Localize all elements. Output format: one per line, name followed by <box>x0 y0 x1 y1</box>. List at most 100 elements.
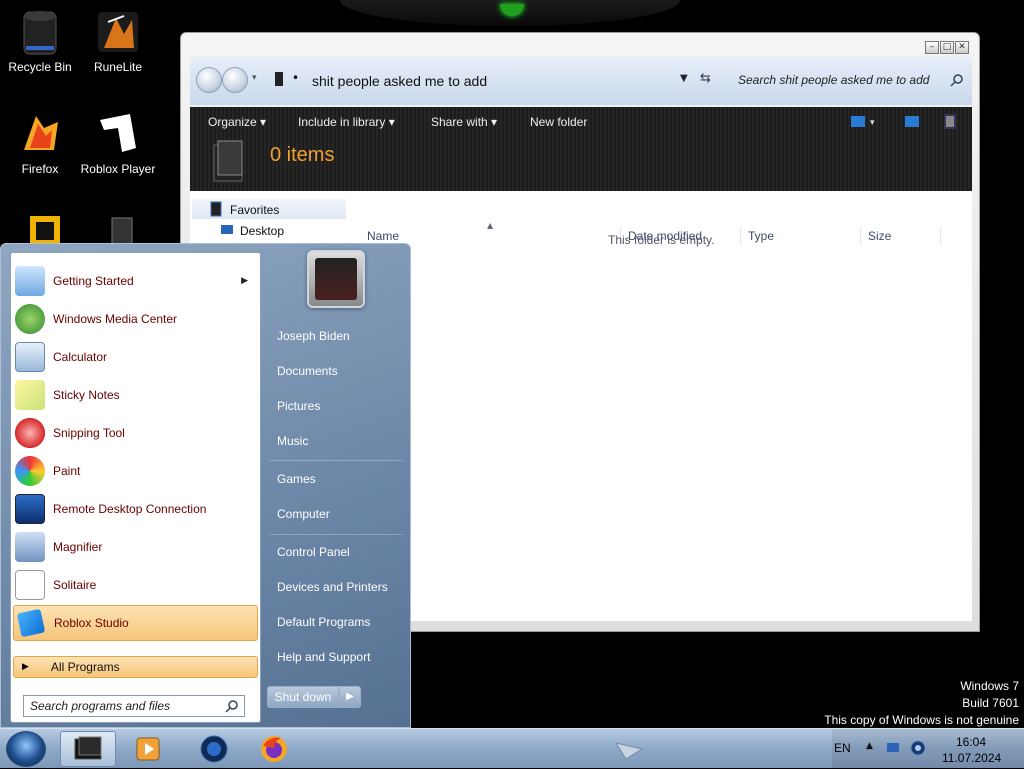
roblox-studio-icon <box>16 608 46 638</box>
taskbar-explorer-button[interactable] <box>60 731 116 767</box>
start-default-programs[interactable]: Default Programs <box>277 615 370 629</box>
program-getting-started[interactable]: Getting Started ▶ <box>13 263 258 299</box>
program-magnifier[interactable]: Magnifier <box>13 529 258 565</box>
all-programs-button[interactable]: ▶ All Programs <box>13 656 258 678</box>
start-search-input[interactable]: Search programs and files <box>23 695 245 717</box>
column-divider[interactable] <box>860 227 861 245</box>
program-roblox-studio[interactable]: Roblox Studio <box>13 605 258 641</box>
program-snipping-tool[interactable]: Snipping Tool <box>13 415 258 451</box>
programs-pane: Getting Started ▶ Windows Media Center C… <box>10 252 261 723</box>
calculator-icon <box>15 342 45 372</box>
refresh-icon[interactable]: ⇆ <box>700 71 711 86</box>
start-documents[interactable]: Documents <box>277 364 338 378</box>
svg-text:▾: ▾ <box>870 118 875 128</box>
clock-time[interactable]: 16:04 <box>956 735 986 749</box>
shutdown-button[interactable]: Shut down <box>267 686 339 708</box>
program-sticky-notes[interactable]: Sticky Notes <box>13 377 258 413</box>
column-divider[interactable] <box>940 227 941 245</box>
shutdown-options-icon[interactable]: ▶ <box>339 686 361 708</box>
program-label: Solitaire <box>53 578 97 592</box>
new-folder-button[interactable]: New folder <box>530 115 587 129</box>
minimize-button[interactable]: – <box>925 41 939 54</box>
include-in-library-button[interactable]: Include in library ▾ <box>298 115 395 129</box>
magnifier-icon <box>15 532 45 562</box>
desktop-icon-label: Roblox Player <box>80 162 156 176</box>
taskbar-media-player-button[interactable] <box>120 731 176 767</box>
start-devices-and-printers[interactable]: Devices and Printers <box>277 580 388 594</box>
clock-date[interactable]: 11.07.2024 <box>942 751 1001 765</box>
start-computer[interactable]: Computer <box>277 507 330 521</box>
close-button[interactable]: ✕ <box>955 41 969 54</box>
program-calculator[interactable]: Calculator <box>13 339 258 375</box>
network-icon[interactable] <box>886 742 900 754</box>
recent-pages-icon[interactable]: ▾ <box>252 73 257 83</box>
program-remote-desktop[interactable]: Remote Desktop Connection <box>13 491 258 527</box>
desktop-folder-icon <box>221 225 233 234</box>
taskbar-firefox-button[interactable] <box>246 731 302 767</box>
program-paint[interactable]: Paint <box>13 453 258 489</box>
forward-button[interactable] <box>222 67 248 93</box>
desktop-icon-recycle-bin[interactable]: Recycle Bin <box>0 8 80 74</box>
desktop-icon-roblox-player[interactable]: Roblox Player <box>78 110 158 176</box>
program-solitaire[interactable]: Solitaire <box>13 567 258 603</box>
help-icon[interactable] <box>942 113 958 131</box>
all-programs-arrow-icon: ▶ <box>22 662 29 672</box>
start-pictures[interactable]: Pictures <box>277 399 320 413</box>
maximize-button[interactable]: □ <box>940 41 954 54</box>
address-path[interactable]: shit people asked me to add <box>312 73 487 89</box>
share-with-button[interactable]: Share with ▾ <box>431 115 497 129</box>
views-icon[interactable]: ▾ <box>850 115 880 129</box>
program-label: Sticky Notes <box>53 388 120 402</box>
runelite-icon <box>94 8 142 56</box>
paint-icon <box>15 456 45 486</box>
organize-button[interactable]: Organize ▾ <box>208 115 266 129</box>
divider <box>269 534 403 535</box>
search-icon[interactable] <box>950 73 964 87</box>
solitaire-icon <box>15 570 45 600</box>
breadcrumb-separator-icon[interactable]: • <box>292 71 299 85</box>
share-with-label: Share with <box>431 115 488 129</box>
item-count: 0 items <box>270 144 335 166</box>
recycle-bin-icon <box>16 8 64 56</box>
address-dropdown-icon[interactable]: ▼ <box>680 73 688 84</box>
column-header-size[interactable]: Size <box>868 229 891 243</box>
system-tray: EN ▲ 16:04 11.07.2024 <box>832 729 1024 769</box>
search-input[interactable]: Search shit people asked me to add <box>738 73 929 87</box>
folder-path-icon <box>275 72 283 86</box>
desktop-icon-label: RuneLite <box>93 60 143 74</box>
windows-media-center-icon <box>15 304 45 334</box>
program-label: Getting Started <box>53 274 134 288</box>
watermark-line-2: Build 7601 <box>962 696 1019 710</box>
program-windows-media-center[interactable]: Windows Media Center <box>13 301 258 337</box>
column-divider[interactable] <box>740 227 741 245</box>
firefox-icon <box>261 736 287 762</box>
start-help-and-support[interactable]: Help and Support <box>277 650 370 664</box>
start-music[interactable]: Music <box>277 434 308 448</box>
back-button[interactable] <box>196 67 222 93</box>
getting-started-icon <box>15 266 45 296</box>
program-label: Paint <box>53 464 81 478</box>
desktop-icon-firefox[interactable]: Firefox <box>0 110 80 176</box>
column-header-name[interactable]: Name <box>367 229 399 243</box>
language-indicator[interactable]: EN <box>834 741 851 755</box>
remote-desktop-icon <box>15 494 45 524</box>
nav-desktop[interactable]: Desktop <box>240 224 284 238</box>
sort-arrow-icon: ▲ <box>487 221 494 230</box>
start-orb-button[interactable] <box>6 731 46 767</box>
desktop-icon-label: Firefox <box>21 162 59 176</box>
command-bar: Organize ▾ Include in library ▾ Share wi… <box>190 107 972 191</box>
start-user-name[interactable]: Joseph Biden <box>277 329 350 343</box>
start-search-icon[interactable] <box>225 699 239 713</box>
taskbar-network-button[interactable] <box>186 731 242 767</box>
start-menu: Getting Started ▶ Windows Media Center C… <box>0 243 411 728</box>
preview-pane-icon[interactable] <box>904 115 920 129</box>
start-games[interactable]: Games <box>277 472 316 486</box>
tray-app-icon[interactable] <box>910 740 926 756</box>
user-avatar[interactable] <box>307 250 365 308</box>
column-header-type[interactable]: Type <box>748 229 774 243</box>
program-label: Calculator <box>53 350 108 364</box>
show-hidden-icons-icon[interactable]: ▲ <box>866 741 873 751</box>
desktop-icon-runelite[interactable]: RuneLite <box>78 8 158 74</box>
nav-favorites[interactable]: Favorites <box>230 203 279 217</box>
start-control-panel[interactable]: Control Panel <box>277 545 350 559</box>
